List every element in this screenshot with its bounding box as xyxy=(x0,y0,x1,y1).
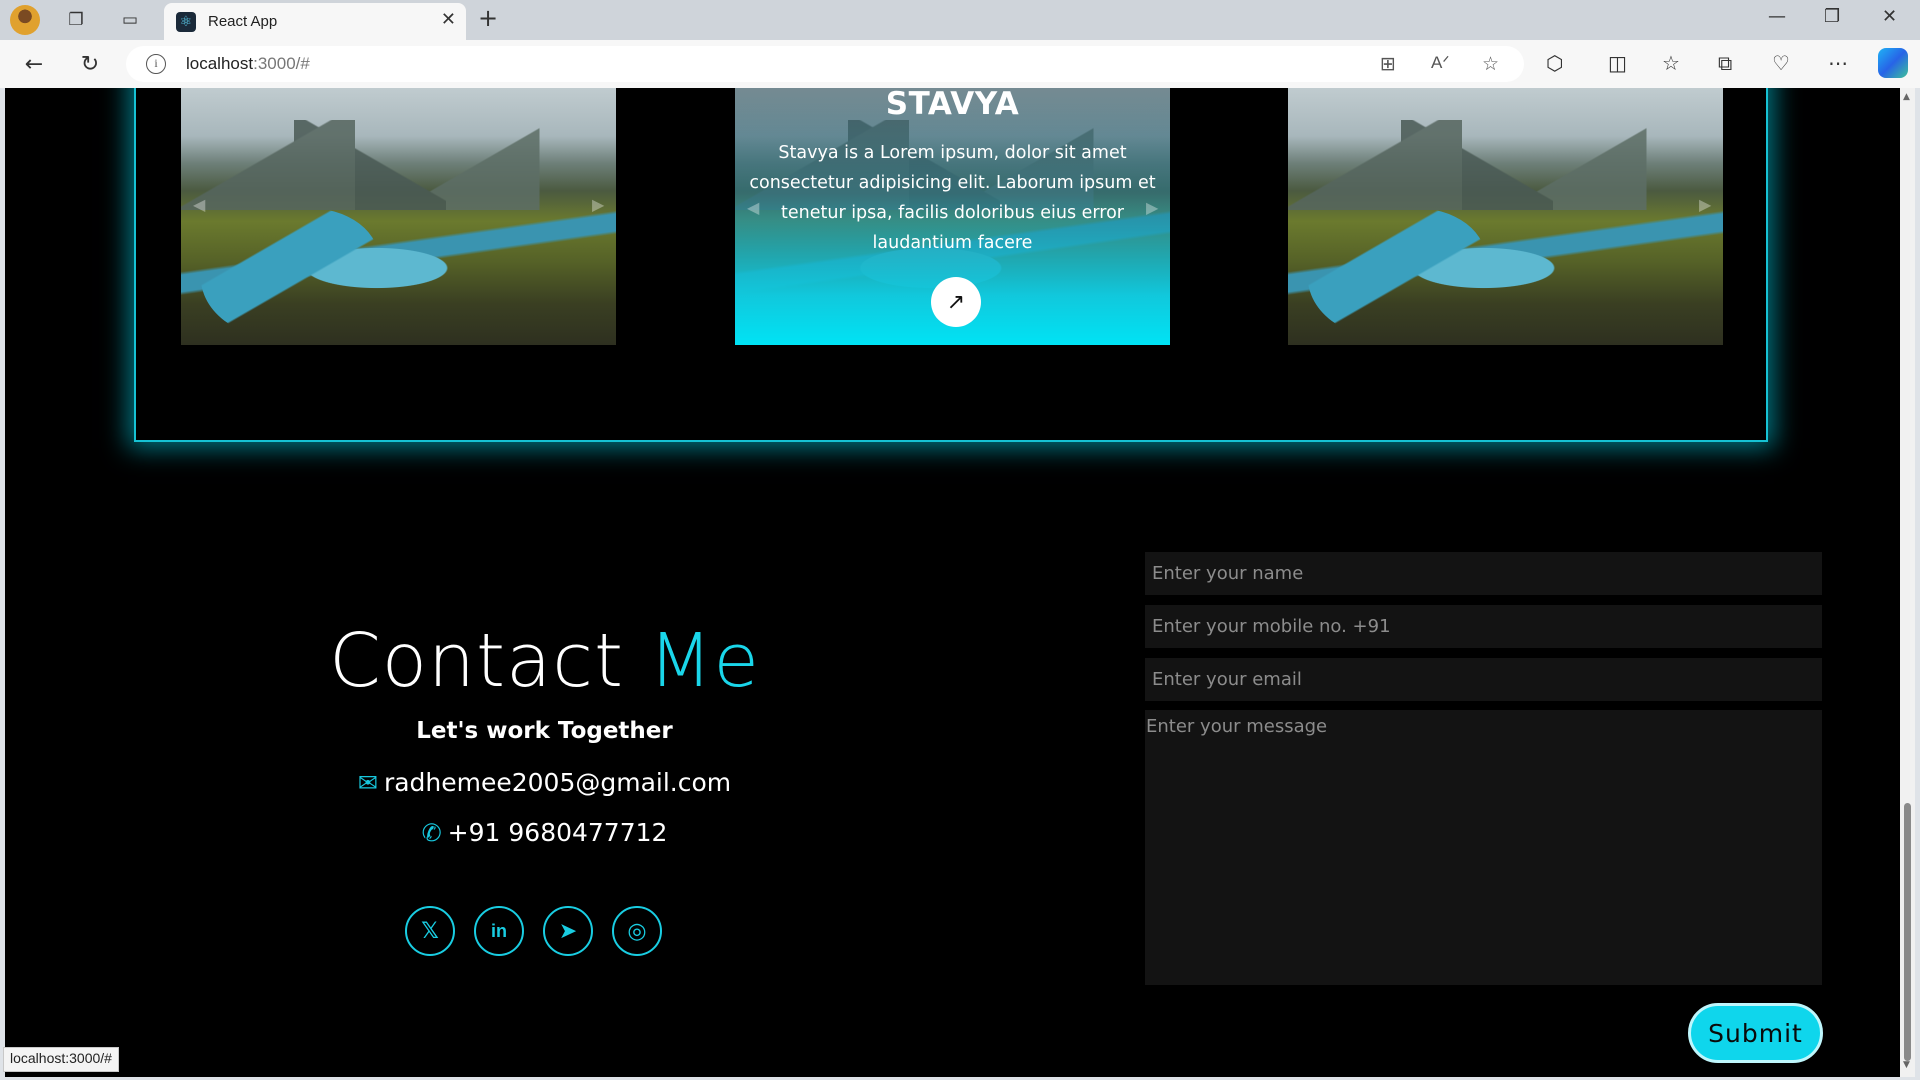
react-favicon-icon: ⚛ xyxy=(176,11,196,32)
browser-tab-bar: ❐ ▭ ⚛ React App ✕ + — ❐ ✕ xyxy=(0,0,1920,40)
scroll-down-icon[interactable]: ▼ xyxy=(1903,1060,1910,1070)
back-icon[interactable]: ← xyxy=(18,48,50,80)
restore-icon[interactable]: ❐ xyxy=(1824,6,1840,27)
next-arrow-icon[interactable]: ▶ xyxy=(1699,195,1711,214)
read-aloud-icon[interactable]: Aᐟ xyxy=(1431,53,1450,73)
collections-icon[interactable]: ⧉ xyxy=(1718,51,1732,75)
site-info-icon[interactable]: i xyxy=(146,54,166,74)
profile-avatar[interactable] xyxy=(10,5,40,35)
new-tab-icon[interactable]: + xyxy=(478,4,498,32)
card-title: STAVYA xyxy=(885,88,1020,122)
contact-heading: Contact Me xyxy=(329,618,760,704)
prev-arrow-icon[interactable]: ◀ xyxy=(747,198,759,217)
open-link-icon[interactable]: ↗ xyxy=(931,277,981,327)
split-screen-icon[interactable]: ◫ xyxy=(1608,51,1627,75)
favorites-icon[interactable]: ☆ xyxy=(1662,51,1680,75)
prev-arrow-icon[interactable]: ◀ xyxy=(193,195,205,214)
card-description: Stavya is a Lorem ipsum, dolor sit amet … xyxy=(749,143,1156,253)
status-url-bubble: localhost:3000/# xyxy=(3,1047,119,1072)
carousel-card-left[interactable]: ◀ ▶ xyxy=(181,88,616,345)
vertical-tabs-icon[interactable]: ▭ xyxy=(114,4,146,36)
contact-email[interactable]: ✉ radhemee2005@gmail.com xyxy=(5,768,1084,797)
window-close-icon[interactable]: ✕ xyxy=(1882,6,1897,27)
refresh-icon[interactable]: ↻ xyxy=(74,48,106,80)
copilot-icon[interactable] xyxy=(1878,48,1908,78)
contact-subtitle: Let's work Together xyxy=(416,718,673,744)
phone-icon: ✆ xyxy=(421,819,442,847)
tab-close-icon[interactable]: ✕ xyxy=(441,9,456,30)
telegram-icon[interactable]: ➤ xyxy=(543,906,593,956)
workspaces-icon[interactable]: ❐ xyxy=(60,4,92,36)
mail-icon: ✉ xyxy=(357,769,378,797)
mobile-input[interactable] xyxy=(1145,605,1822,648)
email-input[interactable] xyxy=(1145,658,1822,701)
next-arrow-icon[interactable]: ▶ xyxy=(1146,198,1158,217)
tab-title: React App xyxy=(208,13,278,30)
carousel-card-center[interactable]: STAVYA Stavya is a Lorem ipsum, dolor si… xyxy=(735,88,1170,345)
carousel-card-right[interactable]: ▶ xyxy=(1288,88,1723,345)
app-available-icon[interactable]: ⊞ xyxy=(1380,53,1396,75)
more-menu-icon[interactable]: ⋯ xyxy=(1828,51,1848,75)
social-links: 𝕏 in ➤ ◎ xyxy=(405,906,685,958)
scrollbar-thumb[interactable] xyxy=(1904,803,1911,1061)
page-scrollbar[interactable]: ▲ ▼ xyxy=(1900,88,1915,1077)
message-input[interactable] xyxy=(1145,710,1822,985)
contact-phone[interactable]: ✆ +91 9680477712 xyxy=(5,818,1084,847)
favorite-star-icon[interactable]: ☆ xyxy=(1482,53,1499,75)
scroll-up-icon[interactable]: ▲ xyxy=(1903,92,1910,102)
project-carousel: ◀ ▶ STAVYA Stavya is a Lorem ipsum, dolo… xyxy=(134,88,1768,442)
minimize-icon[interactable]: — xyxy=(1768,6,1786,27)
name-input[interactable] xyxy=(1145,552,1822,595)
browser-toolbar: ← ↻ i localhost:3000/# ⊞ Aᐟ ☆ ⬡ ◫ ☆ ⧉ ♡ … xyxy=(0,40,1920,88)
extensions-icon[interactable]: ⬡ xyxy=(1546,51,1563,75)
next-arrow-icon[interactable]: ▶ xyxy=(592,195,604,214)
linkedin-icon[interactable]: in xyxy=(474,906,524,956)
tab-react-app[interactable]: ⚛ React App ✕ xyxy=(164,3,466,40)
x-twitter-icon[interactable]: 𝕏 xyxy=(405,906,455,956)
page-viewport: ◀ ▶ STAVYA Stavya is a Lorem ipsum, dolo… xyxy=(5,88,1900,1077)
submit-button[interactable]: Submit xyxy=(1688,1003,1823,1063)
address-bar[interactable]: i localhost:3000/# ⊞ Aᐟ ☆ xyxy=(126,46,1524,82)
browser-essentials-icon[interactable]: ♡ xyxy=(1772,51,1790,75)
instagram-icon[interactable]: ◎ xyxy=(612,906,662,956)
url-text[interactable]: localhost:3000/# xyxy=(186,54,310,74)
